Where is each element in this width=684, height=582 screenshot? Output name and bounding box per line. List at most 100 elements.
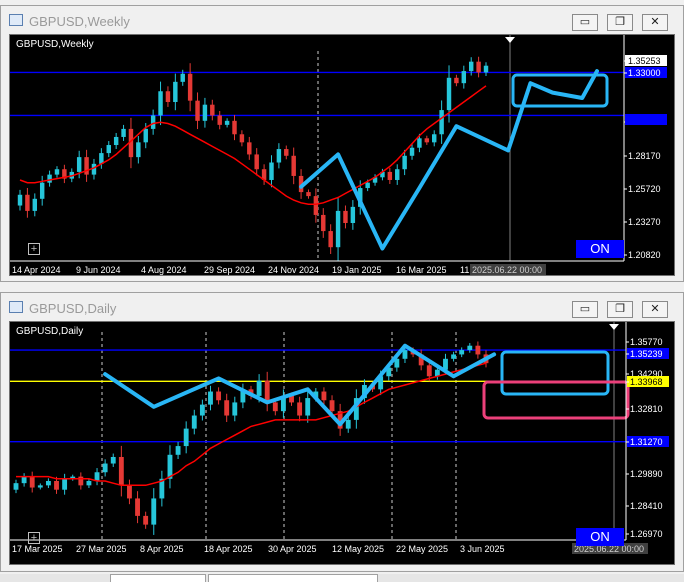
weekly-chart-window[interactable]: GBPUSD,Weekly ▭ ❐ ✕ 1.352531.330001.3062…	[0, 5, 684, 282]
candle-body	[187, 73, 193, 101]
candle-body	[13, 483, 19, 490]
candle-body	[467, 345, 473, 351]
candle-body	[335, 210, 341, 248]
candle-body	[402, 350, 408, 359]
candle-body	[454, 77, 459, 84]
crosshair-date-label: 2025.06.22 00:00	[472, 265, 542, 275]
candle-body	[264, 380, 270, 403]
candle-body	[210, 104, 215, 116]
weekly-window-title: GBPUSD,Weekly	[29, 14, 130, 29]
candle-body	[39, 182, 45, 199]
candle-body	[78, 476, 84, 486]
minimize-button[interactable]: ▭	[572, 14, 598, 31]
price-tick-label: 1.33000	[628, 68, 661, 78]
daily-on-badge[interactable]: ON	[576, 528, 624, 546]
daily-chart-window[interactable]: GBPUSD,Daily ▭ ❐ ✕ 1.35770 1.35239 1.34290…	[0, 292, 684, 572]
weekly-on-badge[interactable]: ON	[576, 240, 624, 258]
candle-body	[175, 446, 181, 455]
weekly-chart-canvas[interactable]: 1.352531.330001.306201.281701.257201.232…	[9, 34, 675, 276]
price-tick-label: 1.35770	[630, 337, 663, 347]
candle-body	[321, 214, 326, 232]
weekly-plus-icon[interactable]: +	[28, 243, 40, 255]
candle-body	[150, 115, 156, 129]
candle-body	[409, 147, 415, 156]
candle-body	[395, 169, 400, 180]
daily-chart-canvas[interactable]: 1.35770 1.35239 1.34290 1.33968 1.32810 1.312…	[9, 321, 675, 565]
candle-body	[217, 115, 222, 125]
candle-body	[110, 456, 116, 464]
candle-body	[54, 169, 60, 175]
price-tick-label: 1.35253	[628, 56, 661, 66]
candle-body	[54, 480, 59, 490]
weekly-chart-svg[interactable]: 1.352531.330001.306201.281701.257201.232…	[10, 35, 674, 275]
candle-body	[76, 157, 82, 172]
price-tick-label: 1.20820	[628, 250, 661, 260]
date-tick-label: 3 Jun 2025	[460, 544, 505, 554]
candle-body	[21, 476, 27, 484]
candle-body	[158, 91, 163, 116]
date-tick-label: 30 Apr 2025	[268, 544, 317, 554]
chart-tab-bar	[0, 574, 684, 582]
date-tick-label: 29 Sep 2024	[204, 265, 255, 275]
candle-body	[426, 365, 432, 377]
candle-body	[183, 428, 189, 447]
candle-body	[475, 345, 481, 355]
level-price-tag	[625, 114, 667, 125]
candle-body	[232, 120, 237, 135]
price-tick-label: 1.28410	[630, 501, 663, 511]
candle-body	[165, 91, 171, 103]
candle-body	[328, 231, 333, 248]
date-tick-label: 27 Mar 2025	[76, 544, 127, 554]
candle-body	[118, 456, 124, 486]
candle-body	[254, 154, 259, 170]
candle-body	[94, 472, 100, 481]
candle-body	[476, 61, 481, 73]
candle-body	[143, 515, 149, 525]
candle-body	[37, 485, 43, 488]
daily-plus-icon[interactable]: +	[28, 532, 40, 544]
candle-body	[247, 142, 252, 155]
chart-tab[interactable]	[208, 574, 378, 582]
candle-body	[62, 478, 68, 490]
candle-body	[45, 480, 51, 486]
candle-body	[451, 354, 457, 359]
candle-body	[402, 155, 407, 170]
weekly-titlebar[interactable]: GBPUSD,Weekly ▭ ❐ ✕	[1, 6, 683, 34]
candle-body	[284, 149, 289, 156]
candle-body	[424, 138, 430, 143]
chart-shift-marker	[609, 324, 619, 330]
date-tick-label: 17 Mar 2025	[12, 544, 63, 554]
candle-body	[143, 128, 148, 143]
candle-body	[272, 402, 278, 412]
close-button[interactable]: ✕	[642, 14, 668, 31]
candle-body	[180, 73, 185, 82]
close-button[interactable]: ✕	[642, 301, 668, 318]
price-tick-label: 1.29890	[630, 469, 663, 479]
moving-average-line	[19, 85, 487, 205]
candle-body	[32, 198, 38, 211]
date-tick-label: 14 Apr 2024	[12, 265, 61, 275]
price-tick-label: 1.23270	[628, 217, 661, 227]
daily-titlebar[interactable]: GBPUSD,Daily ▭ ❐ ✕	[1, 293, 683, 321]
candle-body	[106, 145, 111, 154]
chart-shift-marker	[505, 37, 515, 43]
candle-body	[461, 71, 467, 84]
price-tick-label: 1.26970	[630, 529, 663, 539]
candle-body	[86, 480, 92, 486]
candle-body	[25, 194, 30, 211]
price-tick-label: 1.31270	[630, 437, 663, 447]
restore-button[interactable]: ❐	[607, 14, 633, 31]
chart-window-icon	[9, 301, 23, 313]
restore-button[interactable]: ❐	[607, 301, 633, 318]
drawn-pink-rectangle	[482, 380, 630, 420]
candle-body	[329, 400, 335, 412]
candle-body	[350, 206, 356, 224]
daily-window-title: GBPUSD,Daily	[29, 301, 117, 316]
price-tick-label: 1.32810	[630, 404, 663, 414]
candle-body	[224, 400, 230, 416]
daily-symbol-label: GBPUSD,Daily	[16, 326, 84, 337]
chart-tab[interactable]	[110, 574, 206, 582]
minimize-button[interactable]: ▭	[572, 301, 598, 318]
candle-body	[216, 391, 222, 401]
daily-chart-svg[interactable]: 1.357701.352391.342901.339681.328101.312…	[10, 322, 674, 564]
